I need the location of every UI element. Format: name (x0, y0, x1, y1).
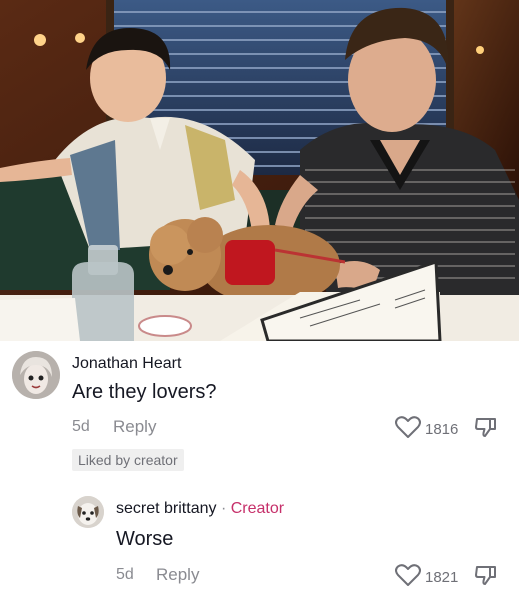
thumbs-down-icon (474, 566, 498, 591)
comment: Jonathan Heart Are they lovers? 5d Reply… (0, 341, 519, 481)
reply-button[interactable]: Reply (113, 417, 156, 437)
reply-username-row: secret brittany · Creator (116, 500, 284, 518)
heart-outline-icon (395, 563, 421, 591)
reply-age: 5d (116, 566, 134, 583)
reply-text: Worse (116, 528, 174, 550)
like-count: 1821 (425, 569, 459, 586)
dislike-button[interactable] (474, 563, 498, 591)
liked-by-creator-badge: Liked by creator (72, 449, 184, 471)
reply-username[interactable]: secret brittany (116, 500, 216, 517)
comment-username[interactable]: Jonathan Heart (72, 355, 181, 373)
thumbs-down-icon (474, 418, 498, 443)
avatar[interactable] (72, 496, 104, 528)
reply-comment: secret brittany · Creator Worse 5d Reply… (0, 490, 519, 590)
like-button[interactable]: 1821 (395, 563, 458, 591)
heart-outline-icon (395, 415, 421, 444)
dislike-button[interactable] (474, 415, 498, 444)
comment-text: Are they lovers? (72, 381, 217, 403)
post-photo (0, 0, 519, 341)
avatar[interactable] (12, 351, 60, 399)
reply-button[interactable]: Reply (156, 565, 199, 585)
like-button[interactable]: 1816 (395, 415, 458, 444)
like-count: 1816 (425, 421, 459, 438)
separator: · (220, 500, 227, 517)
creator-tag: Creator (230, 500, 285, 517)
comment-age: 5d (72, 418, 90, 435)
